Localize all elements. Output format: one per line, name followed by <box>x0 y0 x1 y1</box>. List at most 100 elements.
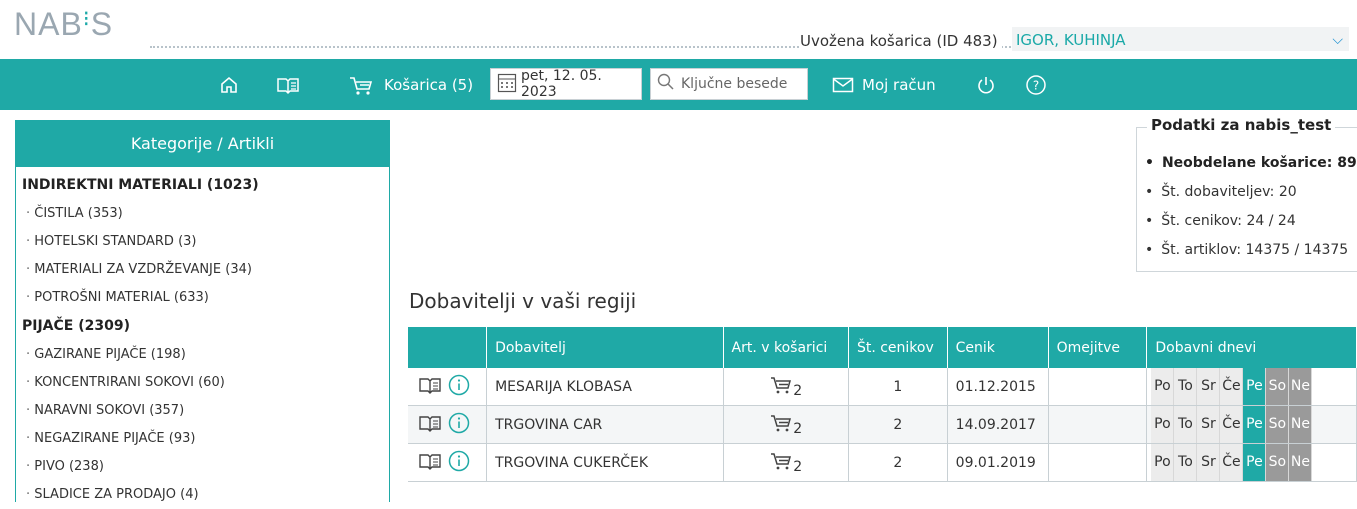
info-icon[interactable] <box>448 450 470 472</box>
catalog-icon[interactable] <box>418 452 442 472</box>
delivery-day: Če <box>1220 368 1244 405</box>
catalog-icon[interactable] <box>418 414 442 434</box>
table-row[interactable]: TRGOVINA CUKERČEK 2 2 09.01.2019 Po To Sr Če Pe S… <box>408 443 1357 482</box>
pricelist-date[interactable]: 09.01.2019 <box>947 443 1049 482</box>
delivery-day: To <box>1174 406 1198 443</box>
search-input[interactable]: Ključne besede <box>650 68 808 100</box>
search-icon <box>657 73 675 95</box>
category-pijace[interactable]: PIJAČE (2309) <box>22 312 389 341</box>
delivery-day: Ne <box>1289 406 1313 443</box>
delivery-day: Po <box>1151 368 1175 405</box>
row-actions <box>408 443 488 482</box>
stat-suppliers: Št. dobaviteljev: 20 <box>1145 179 1357 208</box>
delivery-day: Po <box>1151 444 1175 481</box>
col-delivery-days[interactable]: Dobavni dnevi <box>1146 327 1357 368</box>
delivery-days: Po To Sr Če Pe So Ne <box>1146 405 1357 444</box>
limits <box>1048 443 1148 482</box>
imported-basket-info: Uvožena košarica (ID 483) <box>800 32 1002 50</box>
stat-unprocessed-baskets[interactable]: Neobdelane košarice: 89 <box>1145 150 1357 179</box>
subcategory-item[interactable]: POTROŠNI MATERIAL (633) <box>22 284 389 312</box>
delivery-day: Sr <box>1197 368 1221 405</box>
catalog-icon[interactable] <box>276 59 300 110</box>
subcategory-item[interactable]: GAZIRANE PIJAČE (198) <box>22 341 389 369</box>
cart-nav-item[interactable]: Košarica (5) <box>348 59 473 110</box>
col-pricelist[interactable]: Cenik <box>947 327 1049 368</box>
in-basket-cell[interactable]: 2 <box>723 443 849 482</box>
delivery-days: Po To Sr Če Pe So Ne <box>1146 368 1357 406</box>
mail-icon <box>832 76 854 94</box>
pricelist-count: 2 <box>848 443 948 482</box>
account-nav-item[interactable]: Moj račun <box>832 59 936 110</box>
subcategory-item[interactable]: ČISTILA (353) <box>22 200 389 228</box>
delivery-day: Če <box>1220 406 1244 443</box>
subcategory-item[interactable]: NARAVNI SOKOVI (357) <box>22 397 389 425</box>
home-icon[interactable] <box>218 59 240 110</box>
subcategory-item[interactable]: SLADICE ZA PRODAJO (4) <box>22 481 389 509</box>
row-actions <box>408 368 488 406</box>
top-header: NAB⁝S Uvožena košarica (ID 483) IGOR, KU… <box>0 0 1357 56</box>
col-supplier[interactable]: Dobavitelj <box>486 327 724 368</box>
subcategory-item[interactable]: PIVO (238) <box>22 453 389 481</box>
delivery-day: Pe <box>1243 444 1267 481</box>
user-select-value: IGOR, KUHINJA <box>1016 31 1126 49</box>
stat-pricelists: Št. cenikov: 24 / 24 <box>1145 208 1357 237</box>
subcategory-item[interactable]: KONCENTRIRANI SOKOVI (60) <box>22 369 389 397</box>
subcategory-item[interactable]: HOTELSKI STANDARD (3) <box>22 228 389 256</box>
table-row[interactable]: MESARIJA KLOBASA 2 1 01.12.2015 Po To Sr Če Pe So… <box>408 368 1357 406</box>
in-basket-count: 2 <box>793 420 803 437</box>
delivery-day: Pe <box>1243 368 1267 405</box>
categories-panel: Kategorije / Artikli INDIREKTNI MATERIAL… <box>15 120 390 502</box>
cart-icon <box>348 74 374 96</box>
stats-title: Podatki za nabis_test <box>1147 116 1336 134</box>
in-basket-cell[interactable]: 2 <box>723 405 849 444</box>
pricelist-date[interactable]: 14.09.2017 <box>947 405 1049 444</box>
pricelist-count: 1 <box>848 368 948 406</box>
in-basket-cell[interactable]: 2 <box>723 368 849 406</box>
search-placeholder: Ključne besede <box>681 76 788 92</box>
catalog-icon[interactable] <box>418 376 442 396</box>
delivery-day: So <box>1266 368 1290 405</box>
power-icon[interactable] <box>976 59 996 110</box>
col-pricelists[interactable]: Št. cenikov <box>848 327 948 368</box>
pricelist-count: 2 <box>848 405 948 444</box>
suppliers-table: Dobavitelj Art. v košarici Št. cenikov C… <box>408 327 1357 482</box>
delivery-day: To <box>1174 444 1198 481</box>
logo[interactable]: NAB⁝S <box>14 6 113 43</box>
stats-list: Neobdelane košarice: 89 Št. dobaviteljev… <box>1145 150 1357 266</box>
chevron-down-icon: ⌵ <box>1332 32 1343 48</box>
delivery-day: Če <box>1220 444 1244 481</box>
account-label: Moj račun <box>862 75 936 94</box>
info-icon[interactable] <box>448 374 470 396</box>
table-header-row: Dobavitelj Art. v košarici Št. cenikov C… <box>408 327 1357 368</box>
limits <box>1048 405 1148 444</box>
col-limits[interactable]: Omejitve <box>1048 327 1148 368</box>
account-stats-box: Podatki za nabis_test Neobdelane košaric… <box>1136 116 1357 272</box>
suppliers-title: Dobavitelji v vaši regiji <box>409 289 637 313</box>
help-icon[interactable]: ? <box>1025 59 1047 110</box>
cart-icon <box>769 375 793 395</box>
supplier-name[interactable]: TRGOVINA CAR <box>486 405 724 444</box>
categories-title: Kategorije / Artikli <box>16 121 389 167</box>
cart-icon <box>769 413 793 433</box>
supplier-name[interactable]: MESARIJA KLOBASA <box>486 368 724 406</box>
info-icon[interactable] <box>448 412 470 434</box>
cart-label: Košarica (5) <box>384 75 474 94</box>
delivery-day: Ne <box>1289 368 1313 405</box>
subcategory-item[interactable]: MATERIALI ZA VZDRŽEVANJE (34) <box>22 256 389 284</box>
table-row[interactable]: TRGOVINA CAR 2 2 14.09.2017 Po To Sr Če Pe So Ne <box>408 405 1357 444</box>
col-in-basket[interactable]: Art. v košarici <box>723 327 849 368</box>
delivery-day: So <box>1266 444 1290 481</box>
subcategory-item[interactable]: NEGAZIRANE PIJAČE (93) <box>22 425 389 453</box>
date-picker[interactable]: pet, 12. 05. 2023 <box>490 68 642 100</box>
delivery-days: Po To Sr Če Pe So Ne <box>1146 443 1357 482</box>
supplier-name[interactable]: TRGOVINA CUKERČEK <box>486 443 724 482</box>
row-actions <box>408 405 488 444</box>
svg-text:?: ? <box>1033 78 1039 92</box>
limits <box>1048 368 1148 406</box>
in-basket-count: 2 <box>793 382 803 399</box>
in-basket-count: 2 <box>793 458 803 475</box>
category-indirektni[interactable]: INDIREKTNI MATERIALI (1023) <box>22 171 389 200</box>
user-select[interactable]: IGOR, KUHINJA ⌵ <box>1012 27 1349 51</box>
pricelist-date[interactable]: 01.12.2015 <box>947 368 1049 406</box>
stat-articles: Št. artiklov: 14375 / 14375 <box>1145 237 1357 266</box>
